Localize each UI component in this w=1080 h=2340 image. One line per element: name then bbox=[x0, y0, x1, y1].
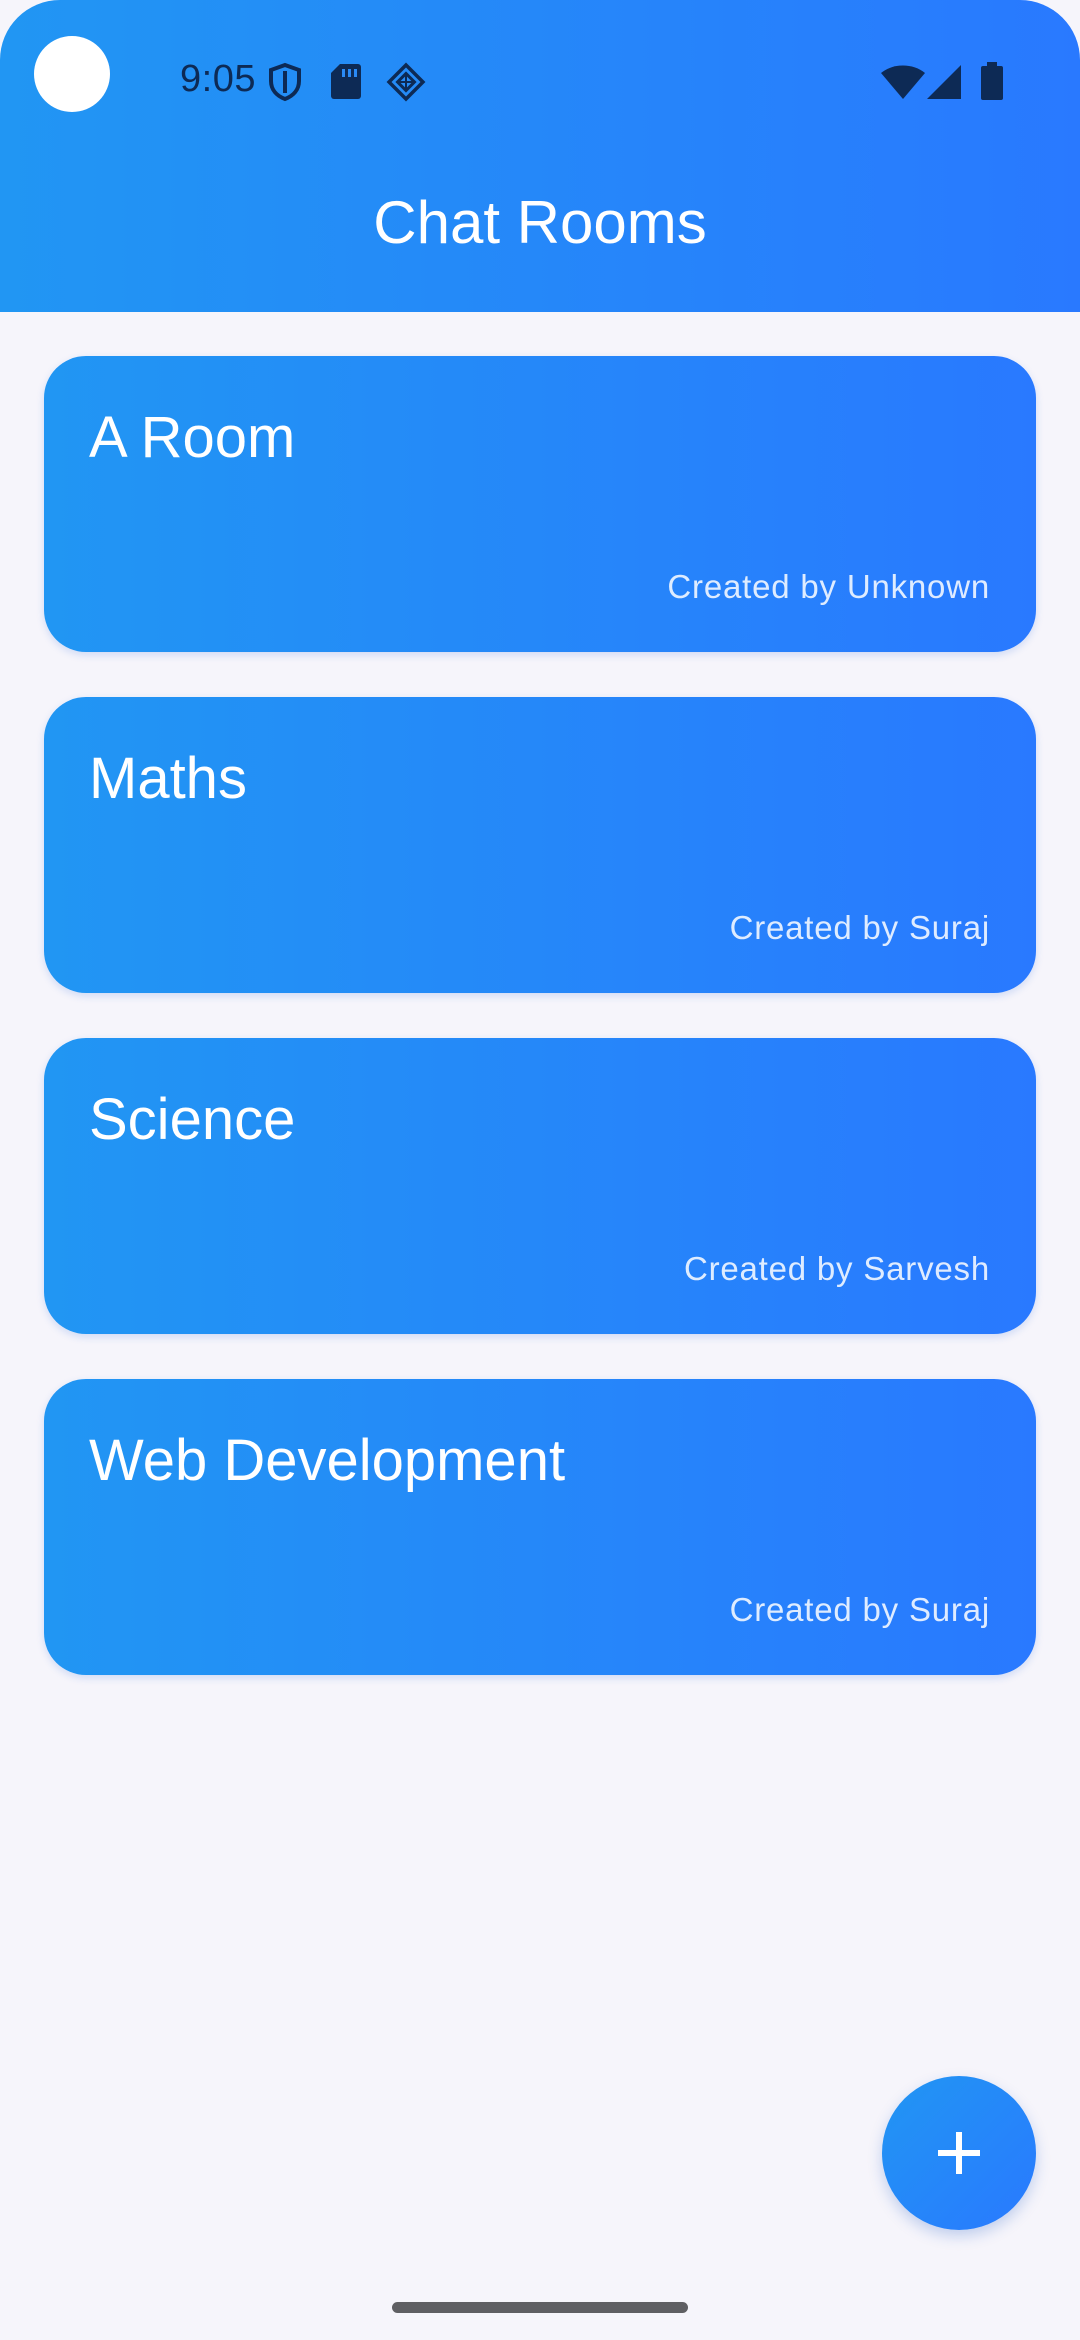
shield-icon bbox=[268, 62, 302, 102]
status-bar: 9:05 bbox=[0, 0, 1080, 160]
room-name: Science bbox=[89, 1087, 296, 1152]
battery-icon bbox=[980, 62, 1004, 102]
signal-icon bbox=[926, 64, 962, 104]
room-creator: Created by Suraj bbox=[729, 1591, 990, 1628]
room-card[interactable]: A Room Created by Unknown bbox=[44, 356, 1036, 652]
room-name: Maths bbox=[89, 746, 247, 811]
wifi-icon bbox=[880, 64, 926, 104]
app-notification-icon bbox=[386, 62, 426, 102]
room-creator: Created by Unknown bbox=[667, 568, 990, 605]
status-time: 9:05 bbox=[180, 58, 256, 100]
sd-card-icon bbox=[330, 62, 362, 102]
room-list: A Room Created by Unknown Maths Created … bbox=[44, 356, 1036, 1720]
room-card[interactable]: Science Created by Sarvesh bbox=[44, 1038, 1036, 1334]
add-room-button[interactable] bbox=[882, 2076, 1036, 2230]
app-header: 9:05 Chat Rooms bbox=[0, 0, 1080, 312]
room-creator: Created by Suraj bbox=[729, 909, 990, 946]
page-title: Chat Rooms bbox=[373, 189, 707, 256]
camera-cutout bbox=[34, 36, 110, 112]
plus-icon bbox=[938, 2132, 980, 2174]
home-indicator[interactable] bbox=[392, 2302, 688, 2313]
room-card[interactable]: Web Development Created by Suraj bbox=[44, 1379, 1036, 1675]
room-name: A Room bbox=[89, 405, 296, 470]
room-card[interactable]: Maths Created by Suraj bbox=[44, 697, 1036, 993]
room-name: Web Development bbox=[89, 1428, 566, 1493]
app-screen: 9:05 Chat Rooms A Room Created by Unknow… bbox=[0, 0, 1080, 2340]
room-creator: Created by Sarvesh bbox=[683, 1250, 990, 1287]
